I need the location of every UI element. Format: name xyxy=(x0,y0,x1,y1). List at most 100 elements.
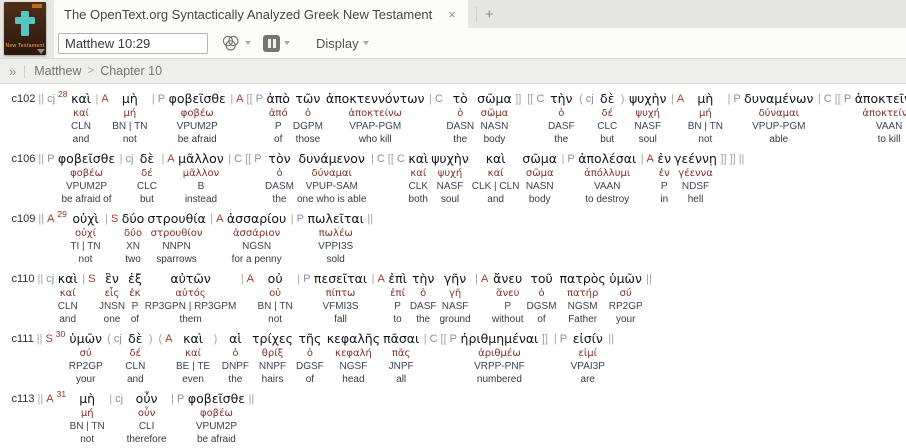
new-tab-button[interactable]: + xyxy=(483,7,502,28)
lemma: ἐπί xyxy=(390,288,405,299)
greek-word[interactable]: καὶ xyxy=(408,151,428,167)
greek-word[interactable]: ψυχὴν xyxy=(431,151,469,167)
interlinear-rows: c102 || cj 28 καὶ καί CLN and | Aμὴ μή BN | TN not | P… xyxy=(0,84,906,448)
english-gloss: Father xyxy=(568,314,598,325)
greek-word[interactable]: στρουθία xyxy=(147,211,205,227)
greek-word[interactable]: πᾶσαι xyxy=(383,331,419,347)
close-tab-icon[interactable]: × xyxy=(448,8,456,21)
greek-word[interactable]: ἀπολέσαι xyxy=(578,151,636,167)
greek-word[interactable]: αἱ xyxy=(222,331,249,347)
lemma: ψυχή xyxy=(437,168,463,179)
greek-word[interactable]: δυναμένων xyxy=(744,91,813,107)
word-column: μὴ μή BN | TN not xyxy=(688,91,723,146)
greek-word[interactable]: ἐξ xyxy=(128,271,142,287)
greek-word[interactable]: τῶν xyxy=(293,91,323,107)
greek-word[interactable]: τὴν xyxy=(410,271,437,287)
greek-word[interactable]: γεέννῃ xyxy=(674,151,717,167)
greek-word[interactable]: τρίχες xyxy=(252,331,293,347)
english-gloss: body xyxy=(483,134,506,145)
greek-word[interactable]: ἀποκτεῖναι xyxy=(855,91,906,107)
greek-word[interactable]: πατρὸς xyxy=(560,271,606,287)
word-column: ἐξ ἐκ Pof xyxy=(128,271,142,326)
greek-word[interactable]: ἠριθμημέναι xyxy=(461,331,539,347)
greek-word[interactable]: δύο xyxy=(122,211,145,227)
greek-word[interactable]: καὶ xyxy=(472,151,520,167)
greek-word[interactable]: ἀποκτεννόντων xyxy=(326,91,425,107)
greek-word[interactable]: φοβεῖσθε xyxy=(58,151,115,167)
greek-word[interactable]: οὖν xyxy=(127,391,167,407)
resource-cover-thumbnail[interactable]: New Testament xyxy=(4,2,46,55)
greek-word[interactable]: εἰσίν xyxy=(571,331,605,347)
clause-marker: | cj xyxy=(119,153,134,165)
greek-word[interactable]: δυνάμενον xyxy=(297,151,367,167)
greek-word[interactable]: δὲ xyxy=(597,91,617,107)
greek-word[interactable]: ὑμῶν xyxy=(69,331,103,347)
greek-word[interactable]: σῶμα xyxy=(477,91,512,107)
greek-word[interactable]: γῆν xyxy=(440,271,471,287)
parallel-resources-button[interactable] xyxy=(263,34,290,52)
window-chrome: New Testament The OpenText.org Syntactic… xyxy=(0,0,906,58)
morphology-code: NDSF xyxy=(681,181,710,192)
greek-word[interactable]: τὸ xyxy=(446,91,474,107)
greek-word[interactable]: μὴ xyxy=(70,391,105,407)
resource-menu-caret-icon[interactable] xyxy=(37,49,45,54)
greek-word[interactable]: ἀσσαρίου xyxy=(227,211,286,227)
greek-word[interactable]: μὴ xyxy=(112,91,147,107)
greek-word[interactable]: κεφαλῆς xyxy=(327,331,380,347)
clause-marker: | C xyxy=(429,93,443,105)
morphology-code: NNPF xyxy=(258,361,287,372)
resource-tab[interactable]: The OpenText.org Syntactically Analyzed … xyxy=(54,0,468,28)
greek-word[interactable]: σῶμα xyxy=(522,151,557,167)
display-menu-button[interactable]: Display xyxy=(302,36,369,51)
word-unit: γῆν γῆ NASF ground xyxy=(440,271,471,326)
morphology-code: B xyxy=(197,181,205,192)
word-unit: γεέννῃ γέεννα NDSF hell]]]] || xyxy=(674,151,746,206)
cross-icon xyxy=(15,17,35,24)
greek-word[interactable]: οὐ xyxy=(258,271,293,287)
greek-word[interactable]: τὸν xyxy=(265,151,294,167)
morphology-code: NASF xyxy=(436,181,464,192)
greek-word[interactable]: αὐτῶν xyxy=(145,271,237,287)
greek-word[interactable]: φοβεῖσθε xyxy=(169,91,226,107)
word-column: δυναμένων δύναμαι VPUP-PGM able xyxy=(744,91,813,146)
greek-word[interactable]: μᾶλλον xyxy=(178,151,224,167)
morphology-code: DGSM xyxy=(526,301,557,312)
reference-input[interactable] xyxy=(58,32,208,54)
greek-word[interactable]: τοῦ xyxy=(527,271,557,287)
greek-word[interactable]: δὲ xyxy=(125,331,145,347)
lemma: φοβέω xyxy=(199,408,233,419)
clause-marker: (cj xyxy=(579,93,594,105)
greek-word[interactable]: τῆς xyxy=(296,331,324,347)
greek-word[interactable]: ὑμῶν xyxy=(609,271,643,287)
greek-word[interactable]: καὶ xyxy=(71,91,91,107)
lemma: πᾶς xyxy=(391,348,411,359)
word-column: καὶ καί CLN and xyxy=(71,91,91,146)
greek-word[interactable]: καὶ xyxy=(176,331,210,347)
greek-word[interactable]: ἐπὶ xyxy=(388,271,407,287)
greek-word[interactable]: μὴ xyxy=(688,91,723,107)
greek-word[interactable]: πεσεῖται xyxy=(314,271,367,287)
greek-word[interactable]: καὶ xyxy=(58,271,78,287)
greek-word[interactable]: τὴν xyxy=(548,91,575,107)
morphology-code: P xyxy=(660,181,668,192)
breadcrumb-book[interactable]: Matthew xyxy=(34,64,81,78)
greek-word[interactable]: πωλεῖται xyxy=(308,211,364,227)
visual-filter-button[interactable] xyxy=(220,33,251,53)
lemma: ἀπό xyxy=(268,108,288,119)
greek-word[interactable]: φοβεῖσθε xyxy=(188,391,245,407)
greek-word[interactable]: δὲ xyxy=(137,151,157,167)
clause-marker: c110 || cj xyxy=(11,273,55,285)
greek-word[interactable]: ἐν xyxy=(657,151,671,167)
morphology-code: DGSF xyxy=(296,361,324,372)
word-column: καὶ καί CLN and xyxy=(58,271,78,326)
greek-word[interactable]: ἄνευ xyxy=(492,271,524,287)
greek-word[interactable]: ψυχὴν xyxy=(629,91,667,107)
greek-word[interactable]: ἓν xyxy=(99,271,125,287)
word-unit: πατρὸς πατήρ NGSM Father xyxy=(560,271,606,326)
breadcrumb-expander[interactable]: » xyxy=(9,64,16,79)
morphology-code: VRPP-PNF xyxy=(474,361,525,372)
lemma: ὁ xyxy=(304,108,311,119)
greek-word[interactable]: ἀπὸ xyxy=(266,91,289,107)
greek-word[interactable]: οὐχὶ xyxy=(70,211,100,227)
breadcrumb-chapter[interactable]: Chapter 10 xyxy=(100,64,162,78)
